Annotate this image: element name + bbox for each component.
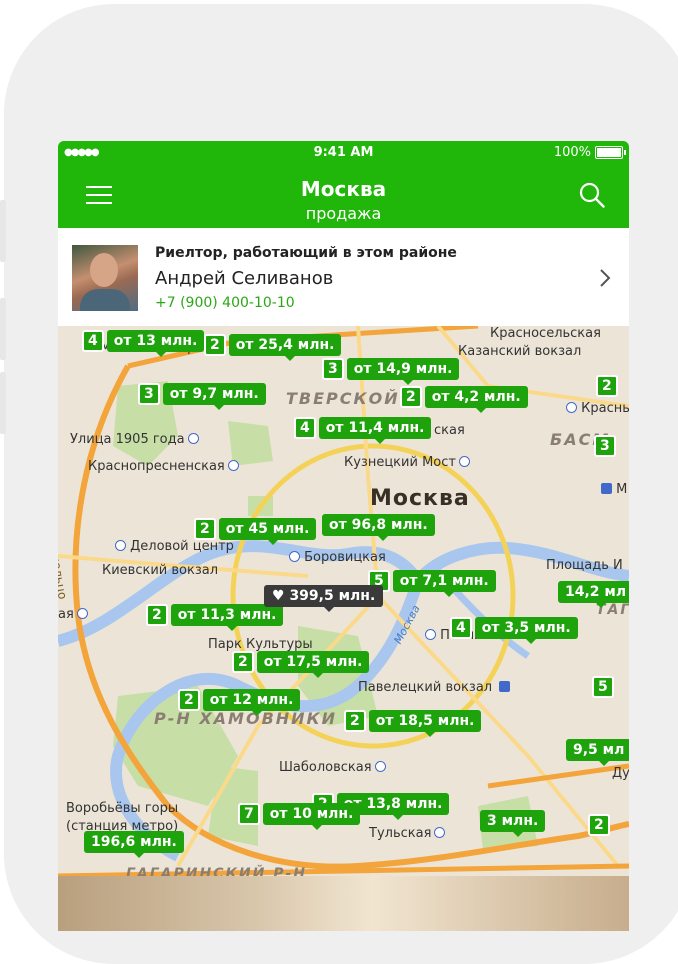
battery-status: 100% [553,145,626,160]
map-marker[interactable]: 14,2 мл [558,581,629,608]
map-marker[interactable]: 2 от 17,5 млн. [232,651,370,678]
map-label: ая [58,607,88,622]
map-label: Шаболовская [279,760,386,775]
heart-icon: ♥ [272,588,285,604]
map-label: Р-Н ХАМОВНИКИ [154,709,338,728]
map-label: ская [434,423,465,438]
map-label: Воробьёвы горы [66,801,179,816]
app-header: ●●●●● 9:41 AM 100% Москва продажа [58,141,629,228]
avatar [72,245,138,311]
map-label: Казанский вокзал [458,344,582,359]
realtor-card-title: Риелтор, работающий в этом районе [155,245,457,261]
map-label: Боровицкая [286,550,386,565]
map-marker[interactable]: от 96,8 млн. [322,514,435,541]
map-label: ГАГАРИНСКИЙ Р-Н [126,866,308,876]
map-label: Площадь И [546,558,623,573]
realtor-name: Андрей Селиванов [155,268,334,289]
phone-side-button [0,200,6,262]
map-marker[interactable]: 3 [594,435,619,457]
favorite-price: 399,5 млн. [289,588,376,604]
map-marker[interactable]: 2 от 25,4 млн. [204,334,342,361]
search-icon[interactable] [579,182,605,208]
realtor-phone[interactable]: +7 (900) 400-10-10 [155,295,295,311]
map-label: Киевский вокзал [102,563,219,578]
map-marker[interactable]: 5 от 7,1 млн. [368,570,496,597]
map-marker[interactable]: 2 от 45 млн. [194,518,317,545]
map-label: Кузнецкий Мост [344,455,470,470]
map-label: Павелецкий вокзал [358,680,511,695]
map-marker[interactable]: 4 от 13 млн. [82,330,205,357]
battery-percent: 100% [553,145,591,160]
map-marker[interactable]: 4 от 3,5 млн. [450,617,578,644]
map-label: Дубро [612,766,629,781]
map-marker[interactable]: 2 [588,814,613,836]
map-marker[interactable]: 7 от 10 млн. [238,803,361,830]
map-marker[interactable]: 9,5 мл [566,739,629,766]
map-label: ТВЕРСКОЙ [286,389,400,408]
map-marker[interactable]: 2 от 11,3 млн. [146,604,284,631]
map-marker[interactable]: 3 млн. [480,810,546,837]
map-label: Москва [370,486,470,511]
map-marker[interactable]: 3 от 14,9 млн. [322,358,460,385]
map-label: Улица 1905 года [70,432,199,447]
app-screen: ●●●●● 9:41 AM 100% Москва продажа Риелто… [58,141,629,931]
map-marker[interactable]: 2 [596,375,621,397]
map-label: Красносельская [490,326,601,341]
phone-side-button [0,372,6,434]
map-marker[interactable]: 2 от 18,5 млн. [344,710,482,737]
favorite-map-marker[interactable]: ♥ 399,5 млн. [264,585,384,612]
map-marker[interactable]: 2 от 4,2 млн. [400,386,528,413]
map-marker[interactable]: 3 от 9,7 млн. [138,383,266,410]
map-view[interactable]: Красносельская Казанский вокзал Москва Б… [58,326,629,876]
status-time: 9:41 AM [313,145,374,160]
map-label: М [598,482,627,497]
status-bar: ●●●●● 9:41 AM 100% [58,145,629,161]
map-marker[interactable]: 5 [592,676,617,698]
page-title: Москва [300,177,387,201]
map-marker[interactable]: 4 от 11,4 млн. [294,417,432,444]
page-subtitle: продажа [305,204,382,223]
phone-side-button [0,298,6,360]
map-label: Парк Культуры [208,637,313,652]
map-label: Тульская [369,826,446,841]
chevron-right-icon [600,269,611,287]
map-label: Краснопресненская [88,459,239,474]
map-label: Деловой центр [112,539,234,554]
map-marker[interactable]: 196,6 млн. [84,831,184,858]
map-label: Красные [563,401,629,416]
realtor-card[interactable]: Риелтор, работающий в этом районе Андрей… [58,228,629,326]
map-marker[interactable]: 2 от 12 млн. [178,689,301,716]
battery-icon [595,146,626,159]
